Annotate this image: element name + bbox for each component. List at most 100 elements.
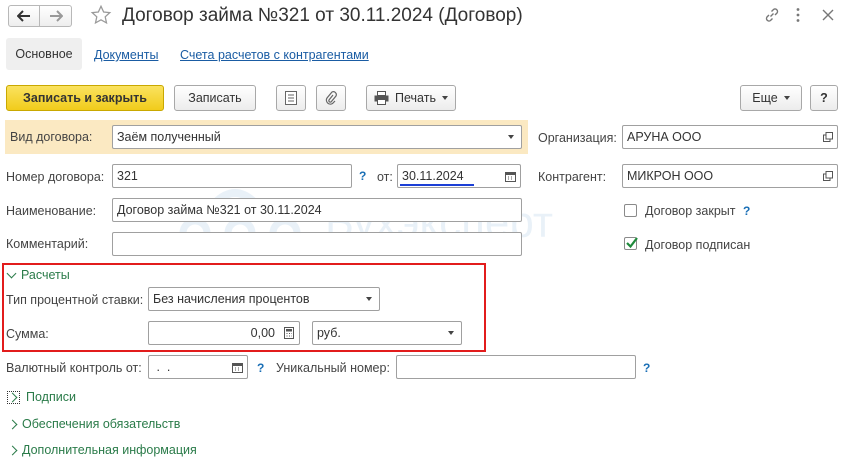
rate-type-select[interactable]: Без начисления процентов — [148, 287, 380, 311]
counterparty-value: МИКРОН ООО — [627, 169, 714, 183]
open-icon — [823, 132, 833, 142]
tab-accounts[interactable]: Счета расчетов с контрагентами — [180, 47, 369, 63]
closed-label[interactable]: Договор закрыт — [645, 203, 736, 219]
dropdown-arrow[interactable] — [359, 288, 379, 310]
chevron-down-icon — [366, 297, 372, 301]
settlements-header-label: Расчеты — [21, 268, 70, 282]
name-label: Наименование: — [6, 204, 97, 218]
back-arrow-icon — [17, 10, 30, 22]
unique-number-field[interactable] — [396, 355, 636, 379]
date-from-label: от: — [377, 170, 393, 184]
amount-value: 0,00 — [250, 326, 275, 340]
currency-control-help-icon[interactable]: ? — [257, 360, 264, 376]
save-and-close-button[interactable]: Записать и закрыть — [6, 85, 164, 111]
name-value: Договор займа №321 от 30.11.2024 — [117, 203, 322, 217]
currency-control-date-field[interactable]: . . — [148, 355, 248, 379]
number-help-icon[interactable]: ? — [359, 168, 366, 184]
chevron-down-icon — [448, 331, 454, 335]
currency-control-date-value: . . — [153, 360, 171, 374]
close-icon[interactable] — [822, 9, 834, 21]
closed-checkbox[interactable] — [624, 204, 637, 217]
calendar-icon — [504, 171, 516, 182]
number-value: 321 — [117, 169, 138, 183]
obligations-section-header[interactable]: Обеспечения обязательств — [7, 416, 181, 432]
save-and-close-label: Записать и закрыть — [23, 91, 147, 105]
counterparty-label: Контрагент: — [538, 170, 607, 184]
print-button[interactable]: Печать — [366, 85, 456, 111]
chevron-down-icon — [441, 96, 448, 100]
attach-button[interactable] — [316, 85, 346, 111]
save-button[interactable]: Записать — [174, 85, 256, 111]
forward-arrow-icon — [49, 10, 63, 22]
tab-main[interactable]: Основное — [6, 38, 82, 70]
chevron-right-icon — [7, 390, 20, 404]
help-label: ? — [820, 91, 828, 105]
rate-type-label: Тип процентной ставки: — [6, 293, 144, 307]
open-button[interactable] — [819, 165, 837, 187]
chevron-down-icon — [508, 135, 514, 139]
signed-label[interactable]: Договор подписан — [645, 237, 750, 253]
unique-number-help-icon[interactable]: ? — [643, 360, 650, 376]
window-title: Договор займа №321 от 30.11.2024 (Догово… — [122, 5, 523, 26]
open-button[interactable] — [819, 126, 837, 148]
counterparty-field[interactable]: МИКРОН ООО — [622, 164, 838, 188]
signed-checkbox[interactable] — [624, 237, 638, 250]
amount-field[interactable]: 0,00 — [148, 321, 300, 345]
comment-field[interactable] — [112, 232, 522, 256]
open-icon — [823, 171, 833, 181]
calendar-button[interactable] — [227, 356, 247, 378]
chevron-right-icon — [7, 419, 18, 429]
dropdown-arrow[interactable] — [501, 126, 521, 148]
list-icon — [285, 91, 297, 105]
checkmark-icon — [626, 237, 638, 249]
star-icon[interactable] — [90, 4, 112, 26]
chevron-down-icon — [783, 96, 790, 100]
calendar-button[interactable] — [500, 165, 520, 187]
additional-info-section-header[interactable]: Дополнительная информация — [7, 442, 197, 458]
more-label: Еще — [752, 91, 778, 105]
calculator-button[interactable] — [279, 322, 299, 344]
title-bar: Договор займа №321 от 30.11.2024 (Догово… — [0, 0, 843, 34]
closed-help-icon[interactable]: ? — [743, 203, 750, 219]
chevron-right-icon — [7, 445, 18, 455]
number-label: Номер договора: — [6, 170, 105, 184]
signatures-label: Подписи — [26, 390, 76, 404]
save-label: Записать — [188, 91, 242, 105]
printer-icon — [374, 91, 389, 105]
date-value: 30.11.2024 — [402, 169, 464, 183]
tab-documents[interactable]: Документы — [94, 47, 158, 63]
contract-type-select[interactable]: Заём полученный — [112, 125, 522, 149]
comment-label: Комментарий: — [6, 237, 89, 251]
help-button[interactable]: ? — [810, 85, 838, 111]
amount-label: Сумма: — [6, 327, 49, 341]
date-focus-underline — [400, 184, 474, 186]
list-button[interactable] — [276, 85, 306, 111]
obligations-label: Обеспечения обязательств — [22, 417, 181, 431]
unique-number-label: Уникальный номер: — [276, 361, 390, 375]
settlements-section-header[interactable]: Расчеты — [6, 267, 70, 283]
contract-type-value: Заём полученный — [117, 130, 221, 144]
name-field[interactable]: Договор займа №321 от 30.11.2024 — [112, 198, 522, 222]
back-button[interactable] — [8, 5, 40, 27]
contract-type-label: Вид договора: — [10, 130, 93, 144]
chevron-down-icon — [6, 268, 17, 278]
additional-info-label: Дополнительная информация — [22, 443, 197, 457]
number-field[interactable]: 321 — [112, 164, 352, 188]
organization-label: Организация: — [538, 131, 617, 145]
more-button[interactable]: Еще — [740, 85, 802, 111]
forward-button[interactable] — [40, 5, 72, 27]
currency-value: руб. — [317, 326, 341, 340]
calendar-icon — [231, 362, 243, 373]
signatures-section-header[interactable]: Подписи — [7, 389, 76, 405]
currency-control-label: Валютный контроль от: — [6, 361, 142, 375]
rate-type-value: Без начисления процентов — [153, 292, 310, 306]
tab-main-label: Основное — [15, 47, 73, 61]
link-icon[interactable] — [764, 7, 780, 23]
dropdown-arrow[interactable] — [441, 322, 461, 344]
organization-value: АРУНА ООО — [627, 130, 702, 144]
kebab-menu-icon[interactable] — [795, 7, 801, 23]
currency-select[interactable]: руб. — [312, 321, 462, 345]
organization-field[interactable]: АРУНА ООО — [622, 125, 838, 149]
calculator-icon — [284, 327, 294, 339]
paperclip-icon — [325, 91, 337, 105]
